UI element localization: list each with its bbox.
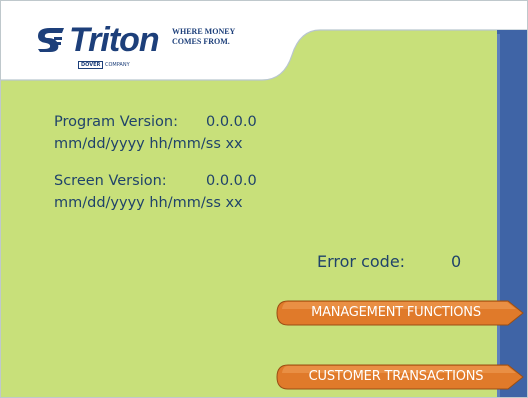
atm-screen: Triton WHERE MONEY COMES FROM. DOVER COM… (0, 0, 528, 398)
screen-border (0, 0, 528, 398)
